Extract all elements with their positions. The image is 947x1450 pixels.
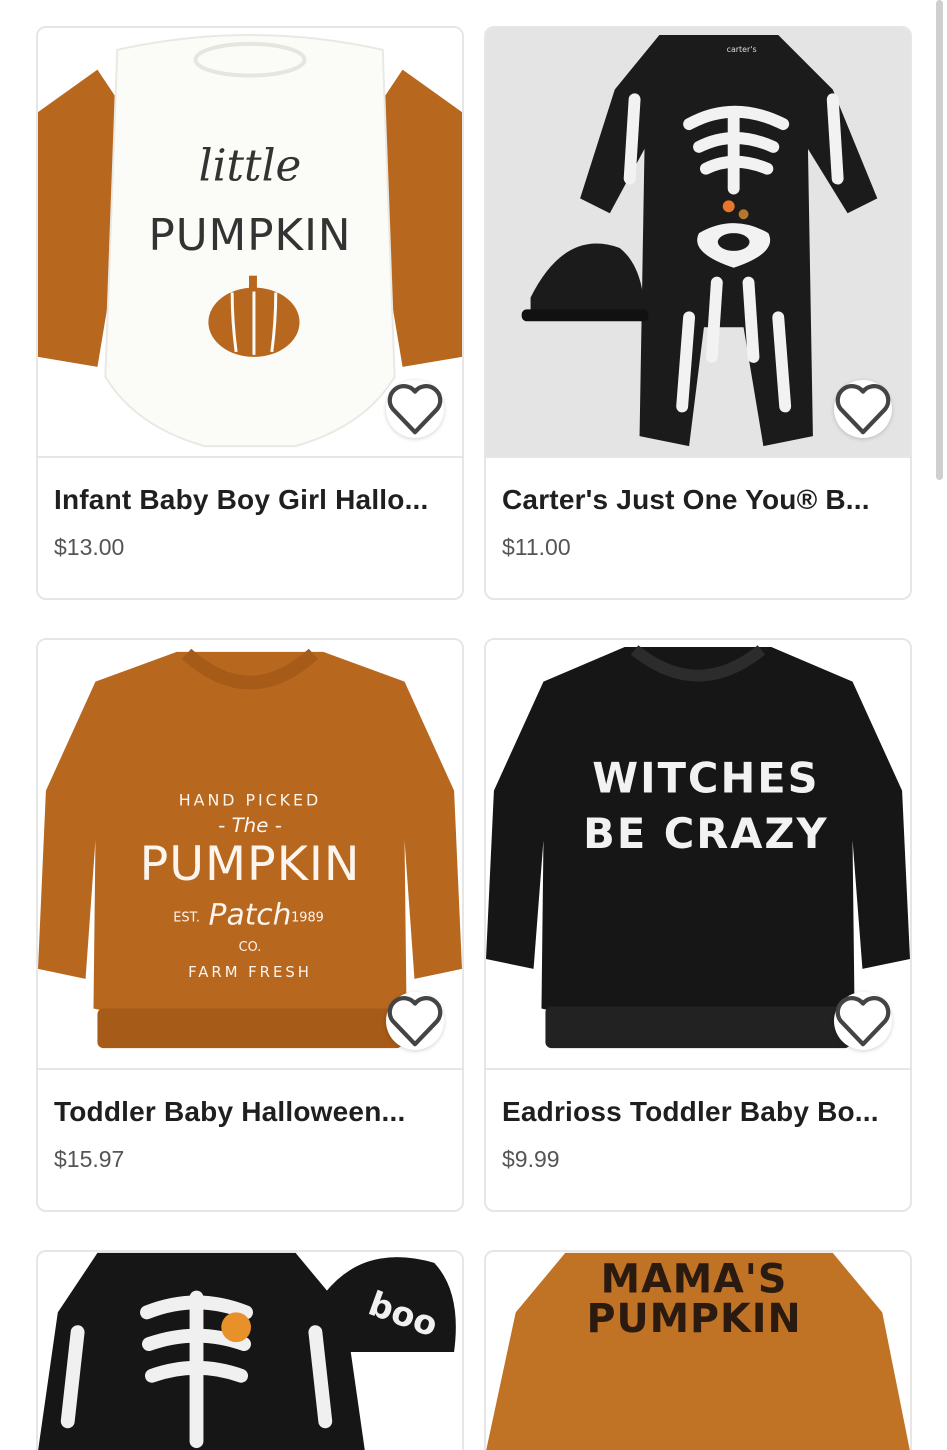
svg-text:EST.: EST.	[173, 910, 200, 925]
svg-text:little: little	[199, 142, 302, 192]
svg-text:BE CRAZY: BE CRAZY	[583, 809, 828, 858]
favorite-button[interactable]	[834, 380, 892, 438]
scrollbar[interactable]	[936, 0, 943, 480]
product-card[interactable]: carter's Carter's Just One You® B... $11…	[484, 26, 912, 600]
product-image[interactable]: HAND PICKED - The - PUMPKIN EST. Patch 1…	[38, 640, 462, 1070]
svg-text:FARM FRESH: FARM FRESH	[188, 963, 312, 981]
svg-text:PUMPKIN: PUMPKIN	[140, 837, 361, 892]
product-price: $15.97	[54, 1146, 125, 1172]
heart-outline-icon	[387, 996, 443, 1047]
product-title[interactable]: Carter's Just One You® B...	[502, 484, 892, 516]
product-card[interactable]: MAMA'S PUMPKIN	[484, 1250, 912, 1450]
product-card[interactable]: HAND PICKED - The - PUMPKIN EST. Patch 1…	[36, 638, 464, 1212]
heart-outline-icon	[835, 996, 891, 1047]
heart-outline-icon	[387, 384, 443, 435]
product-price: $11.00	[502, 534, 571, 560]
svg-text:PUMPKIN: PUMPKIN	[148, 211, 351, 261]
svg-text:carter's: carter's	[727, 45, 757, 54]
product-image[interactable]: boo	[38, 1252, 462, 1450]
product-title[interactable]: Eadrioss Toddler Baby Bo...	[502, 1096, 892, 1128]
svg-text:1989: 1989	[291, 910, 324, 925]
svg-text:PUMPKIN: PUMPKIN	[586, 1296, 801, 1342]
product-image[interactable]: carter's	[486, 28, 910, 458]
skeleton-boo-set-image: boo	[38, 1252, 456, 1450]
product-card[interactable]: little PUMPKIN Infant Baby Boy Girl Hall…	[36, 26, 464, 600]
favorite-button[interactable]	[386, 992, 444, 1050]
product-card[interactable]: boo	[36, 1250, 464, 1450]
svg-text:WITCHES: WITCHES	[592, 754, 819, 803]
product-image[interactable]: WITCHES BE CRAZY	[486, 640, 910, 1070]
svg-text:HAND PICKED: HAND PICKED	[179, 790, 321, 809]
product-image[interactable]: MAMA'S PUMPKIN	[486, 1252, 910, 1450]
product-card[interactable]: WITCHES BE CRAZY Eadrioss Toddler Baby B…	[484, 638, 912, 1212]
mamas-pumpkin-sweatshirt-image: MAMA'S PUMPKIN	[486, 1252, 910, 1450]
product-grid: little PUMPKIN Infant Baby Boy Girl Hall…	[36, 26, 912, 1450]
product-image[interactable]: little PUMPKIN	[38, 28, 462, 458]
svg-text:Patch: Patch	[209, 897, 292, 932]
product-title[interactable]: Infant Baby Boy Girl Hallo...	[54, 484, 444, 516]
svg-text:CO.: CO.	[239, 940, 262, 955]
product-title[interactable]: Toddler Baby Halloween...	[54, 1096, 444, 1128]
product-price: $9.99	[502, 1146, 560, 1172]
heart-outline-icon	[835, 384, 891, 435]
product-price: $13.00	[54, 534, 125, 560]
favorite-button[interactable]	[386, 380, 444, 438]
svg-text:- The -: - The -	[218, 814, 282, 837]
favorite-button[interactable]	[834, 992, 892, 1050]
